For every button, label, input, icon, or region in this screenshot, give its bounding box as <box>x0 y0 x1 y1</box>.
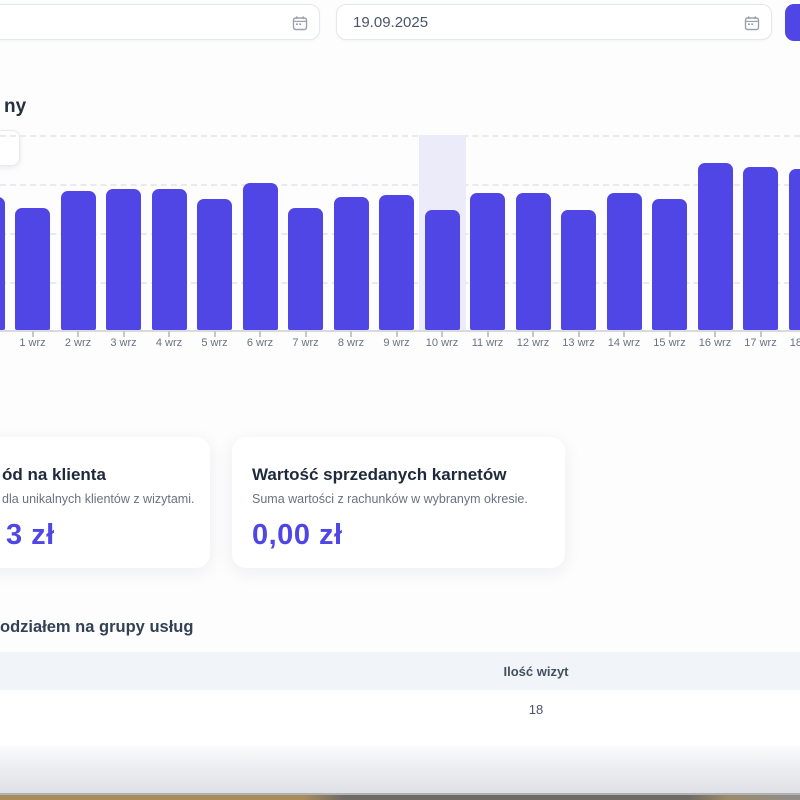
section-title-service-groups: odziałem na grupy usług <box>0 618 193 637</box>
window-bottom-area <box>0 746 800 793</box>
x-axis-label: 18 wrz <box>778 337 800 349</box>
chart-bar <box>743 167 778 330</box>
desktop-wallpaper-strip <box>0 795 800 800</box>
chart-bar <box>334 197 369 330</box>
x-axis-line <box>0 330 800 332</box>
chart-bar <box>425 210 460 330</box>
card-title: Wartość sprzedanych karnetów <box>252 465 545 485</box>
chart-bar <box>106 189 141 330</box>
table-header-visits: Ilość wizyt <box>400 652 672 690</box>
chart-bar <box>698 163 733 330</box>
card-value: 3 zł <box>0 519 190 552</box>
chart-bar <box>15 208 50 330</box>
dashboard-page: 19.09.2025 ny 1 wrz2 wrz3 wrz4 wrz5 wrz6… <box>0 0 800 800</box>
chart-bar <box>379 195 414 330</box>
chart-bar <box>152 189 187 330</box>
chart-bar <box>516 193 551 330</box>
table-row: 18 <box>0 690 800 746</box>
chart-bar <box>197 199 232 330</box>
card-title: ód na klienta <box>0 465 190 485</box>
card-subtitle: Suma wartości z rachunków w wybranym okr… <box>252 492 545 506</box>
chart-bar <box>789 169 800 330</box>
chart-bar <box>561 210 596 330</box>
visits-count-cell: 18 <box>400 702 672 717</box>
chart-bar <box>243 183 278 330</box>
chart-bar <box>470 193 505 330</box>
card-passes-value: Wartość sprzedanych karnetów Suma wartoś… <box>232 437 565 568</box>
chart-bar <box>0 197 5 330</box>
chart-plot <box>0 0 800 331</box>
chart-bar <box>61 191 96 330</box>
card-subtitle: dla unikalnych klientów z wizytami. <box>0 492 190 506</box>
chart-bar <box>652 199 687 330</box>
chart-bar <box>607 193 642 330</box>
chart-bar <box>288 208 323 330</box>
card-value: 0,00 zł <box>252 519 545 552</box>
card-revenue-per-client: ód na klienta dla unikalnych klientów z … <box>0 437 210 568</box>
table-header-row: Ilość wizyt <box>0 652 800 690</box>
